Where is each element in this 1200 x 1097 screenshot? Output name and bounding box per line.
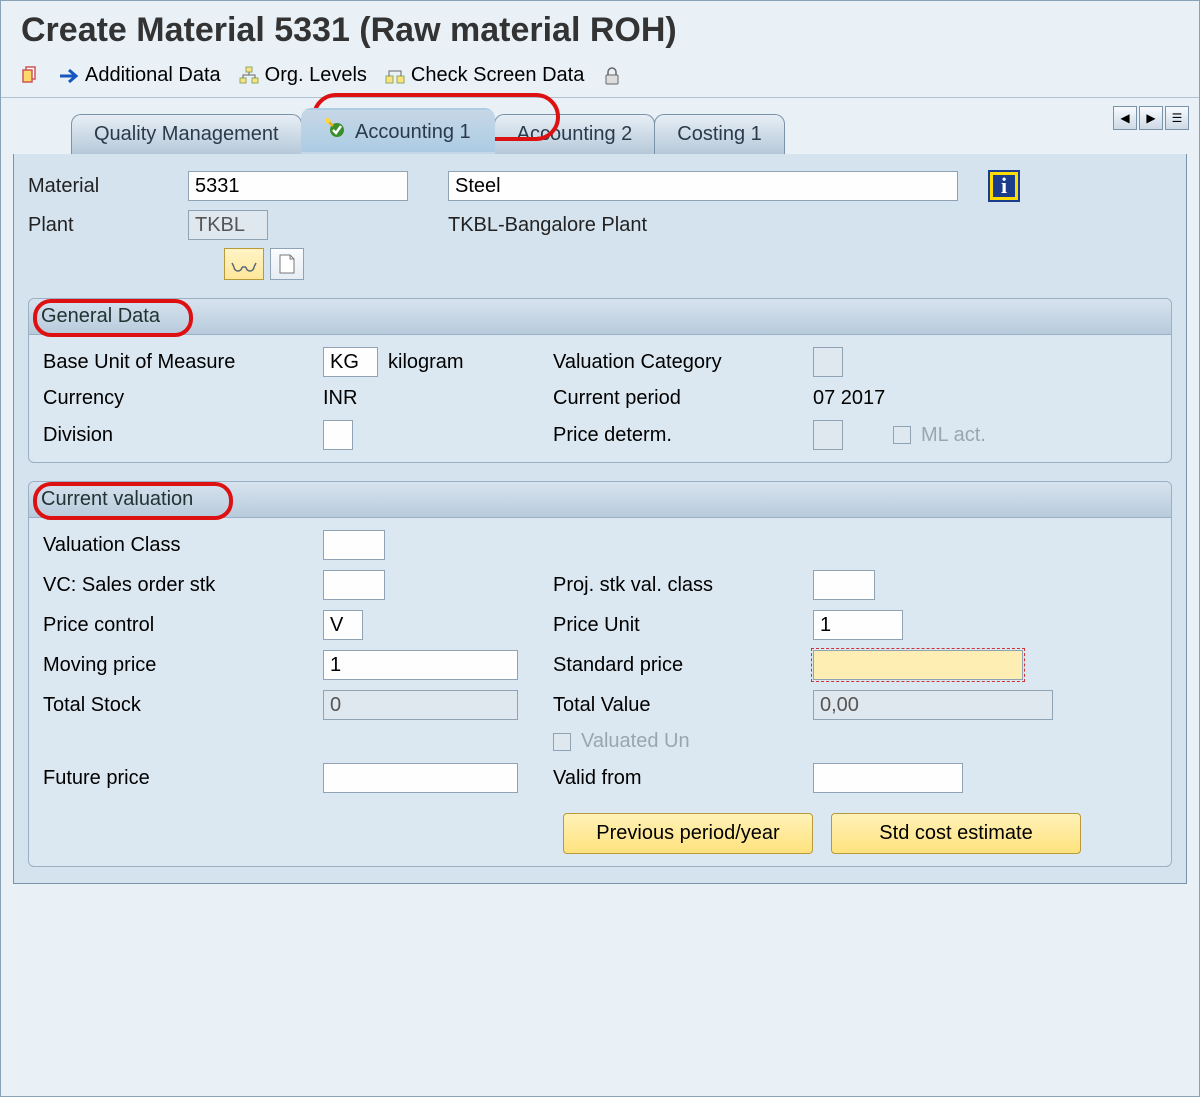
tab-bar: Quality Management Accounting 1 Accounti… xyxy=(1,98,1199,154)
ml-act-label: ML act. xyxy=(921,424,986,447)
org-levels-button[interactable]: Org. Levels xyxy=(239,64,367,87)
total-value-input xyxy=(813,690,1053,720)
price-determ-input xyxy=(813,420,843,450)
total-stock-label: Total Stock xyxy=(43,694,323,717)
general-data-title: General Data xyxy=(41,305,160,327)
plant-code-input xyxy=(188,210,268,240)
org-levels-label: Org. Levels xyxy=(265,64,367,87)
plant-name: TKBL-Bangalore Plant xyxy=(448,214,647,237)
lock-icon xyxy=(602,66,622,86)
price-unit-label: Price Unit xyxy=(553,614,813,637)
standard-price-label: Standard price xyxy=(553,654,813,677)
material-description-input[interactable] xyxy=(448,171,958,201)
lock-button[interactable] xyxy=(602,66,622,86)
current-period-label: Current period xyxy=(553,387,813,410)
valid-from-input[interactable] xyxy=(813,763,963,793)
previous-period-button[interactable]: Previous period/year xyxy=(563,813,813,854)
currency-value: INR xyxy=(323,387,553,410)
tab-label: Quality Management xyxy=(94,123,279,145)
valuated-un-checkbox xyxy=(553,733,571,751)
other-view-icon xyxy=(21,66,41,86)
moving-price-input[interactable] xyxy=(323,650,518,680)
future-price-label: Future price xyxy=(43,767,323,790)
current-valuation-title: Current valuation xyxy=(41,488,193,510)
tab-accounting-2[interactable]: Accounting 2 xyxy=(494,114,656,154)
tab-label: Costing 1 xyxy=(677,123,762,145)
standard-price-input[interactable] xyxy=(813,650,1023,680)
valuation-category-label: Valuation Category xyxy=(553,351,813,374)
create-button[interactable] xyxy=(270,248,304,280)
valuation-class-label: Valuation Class xyxy=(43,534,323,557)
tab-accounting-1[interactable]: Accounting 1 xyxy=(301,108,495,154)
future-price-input[interactable] xyxy=(323,763,518,793)
current-period-value: 07 2017 xyxy=(813,387,1073,410)
display-change-button[interactable] xyxy=(224,248,264,280)
moving-price-label: Moving price xyxy=(43,654,323,677)
vc-sales-input[interactable] xyxy=(323,570,385,600)
general-data-group: General Data Base Unit of Measure kilogr… xyxy=(28,298,1172,463)
scroll-left-button[interactable]: ◀ xyxy=(1113,106,1137,130)
base-uom-label: Base Unit of Measure xyxy=(43,351,323,374)
valuation-category-input xyxy=(813,347,843,377)
tab-content: Material i Plant TKBL-Bangalore Plant xyxy=(13,154,1187,884)
division-label: Division xyxy=(43,424,323,447)
glasses-icon xyxy=(231,255,257,273)
tab-list-button[interactable]: ☰ xyxy=(1165,106,1189,130)
material-label: Material xyxy=(28,175,178,198)
tab-label: Accounting 1 xyxy=(355,121,471,143)
tab-quality-management[interactable]: Quality Management xyxy=(71,114,302,154)
valid-from-label: Valid from xyxy=(553,767,813,790)
tab-label: Accounting 2 xyxy=(517,123,633,145)
valuation-class-input[interactable] xyxy=(323,530,385,560)
info-icon[interactable]: i xyxy=(988,170,1020,202)
price-control-label: Price control xyxy=(43,614,323,637)
std-cost-estimate-button[interactable]: Std cost estimate xyxy=(831,813,1081,854)
scroll-right-button[interactable]: ▶ xyxy=(1139,106,1163,130)
document-icon xyxy=(277,253,297,275)
proj-stk-label: Proj. stk val. class xyxy=(553,574,813,597)
currency-label: Currency xyxy=(43,387,323,410)
tab-nav: ◀ ▶ ☰ xyxy=(1113,106,1189,130)
check-screen-data-label: Check Screen Data xyxy=(411,64,584,87)
material-number-input[interactable] xyxy=(188,171,408,201)
base-uom-text: kilogram xyxy=(388,351,464,374)
current-valuation-group: Current valuation Valuation Class VC: Sa… xyxy=(28,481,1172,867)
arrow-right-icon xyxy=(59,66,79,86)
ml-act-checkbox xyxy=(893,426,911,444)
check-screen-data-button[interactable]: Check Screen Data xyxy=(385,64,584,87)
additional-data-button[interactable]: Additional Data xyxy=(59,64,221,87)
total-stock-input xyxy=(323,690,518,720)
other-view-button[interactable] xyxy=(21,66,41,86)
division-input[interactable] xyxy=(323,420,353,450)
vc-sales-label: VC: Sales order stk xyxy=(43,574,323,597)
tab-costing-1[interactable]: Costing 1 xyxy=(654,114,785,154)
page-title: Create Material 5331 (Raw material ROH) xyxy=(1,1,1199,56)
base-uom-input[interactable] xyxy=(323,347,378,377)
toolbar: Additional Data Org. Levels Check Screen… xyxy=(1,56,1199,98)
check-data-icon xyxy=(385,66,405,86)
price-control-input[interactable] xyxy=(323,610,363,640)
plant-label: Plant xyxy=(28,214,178,237)
hierarchy-icon xyxy=(239,66,259,86)
active-tab-icon xyxy=(325,118,345,144)
proj-stk-input[interactable] xyxy=(813,570,875,600)
price-determ-label: Price determ. xyxy=(553,424,813,447)
valuated-un-label: Valuated Un xyxy=(581,730,690,753)
additional-data-label: Additional Data xyxy=(85,64,221,87)
total-value-label: Total Value xyxy=(553,694,813,717)
price-unit-input[interactable] xyxy=(813,610,903,640)
